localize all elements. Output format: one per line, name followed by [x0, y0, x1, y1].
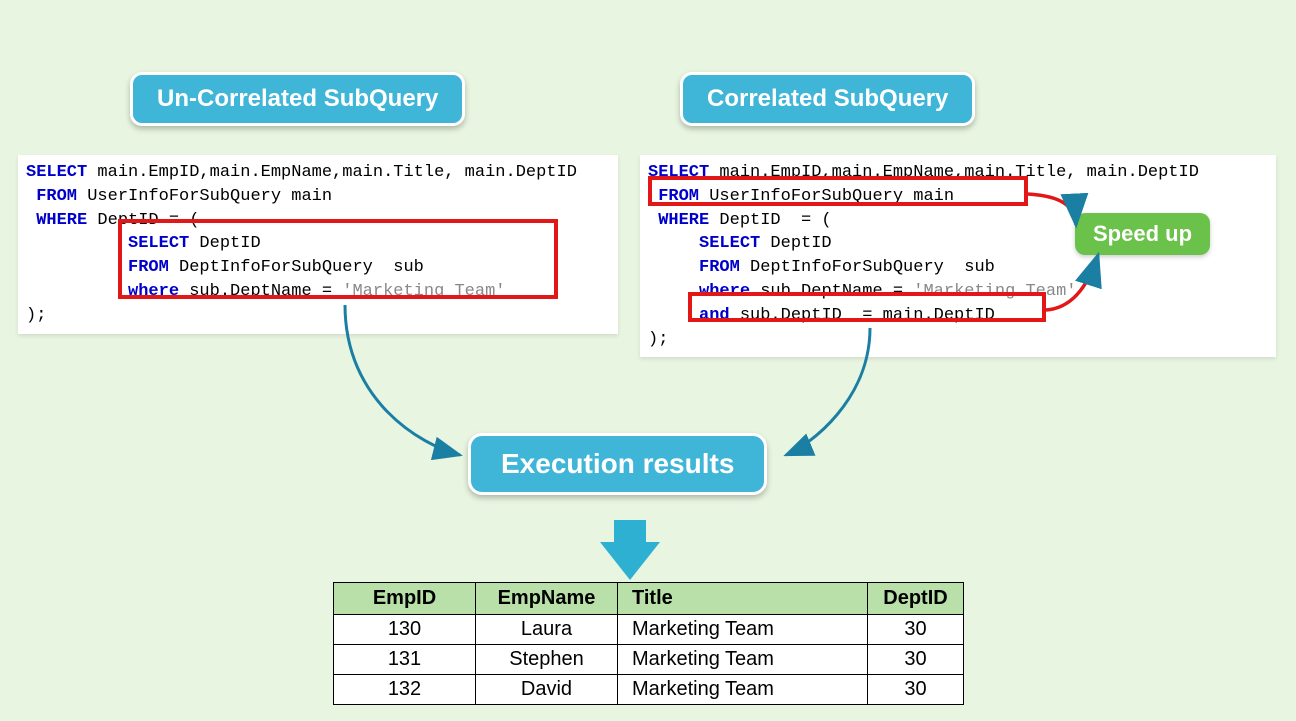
correlated-title-badge: Correlated SubQuery	[680, 72, 975, 126]
table-row: 130 Laura Marketing Team 30	[334, 615, 964, 645]
table-row: 131 Stephen Marketing Team 30	[334, 645, 964, 675]
execution-results-badge: Execution results	[468, 433, 767, 495]
correlated-code-panel: SELECT main.EmpID,main.EmpName,main.Titl…	[640, 155, 1276, 357]
th-deptid: DeptID	[868, 583, 964, 615]
table-row: 132 David Marketing Team 30	[334, 675, 964, 705]
th-empname: EmpName	[476, 583, 618, 615]
th-empid: EmpID	[334, 583, 476, 615]
down-arrow-icon	[600, 542, 660, 580]
speedup-badge: Speed up	[1075, 213, 1210, 255]
uncorrelated-title-badge: Un-Correlated SubQuery	[130, 72, 465, 126]
results-table: EmpID EmpName Title DeptID 130 Laura Mar…	[333, 582, 964, 705]
table-header-row: EmpID EmpName Title DeptID	[334, 583, 964, 615]
th-title: Title	[618, 583, 868, 615]
uncorrelated-code-panel: SELECT main.EmpID,main.EmpName,main.Titl…	[18, 155, 618, 334]
